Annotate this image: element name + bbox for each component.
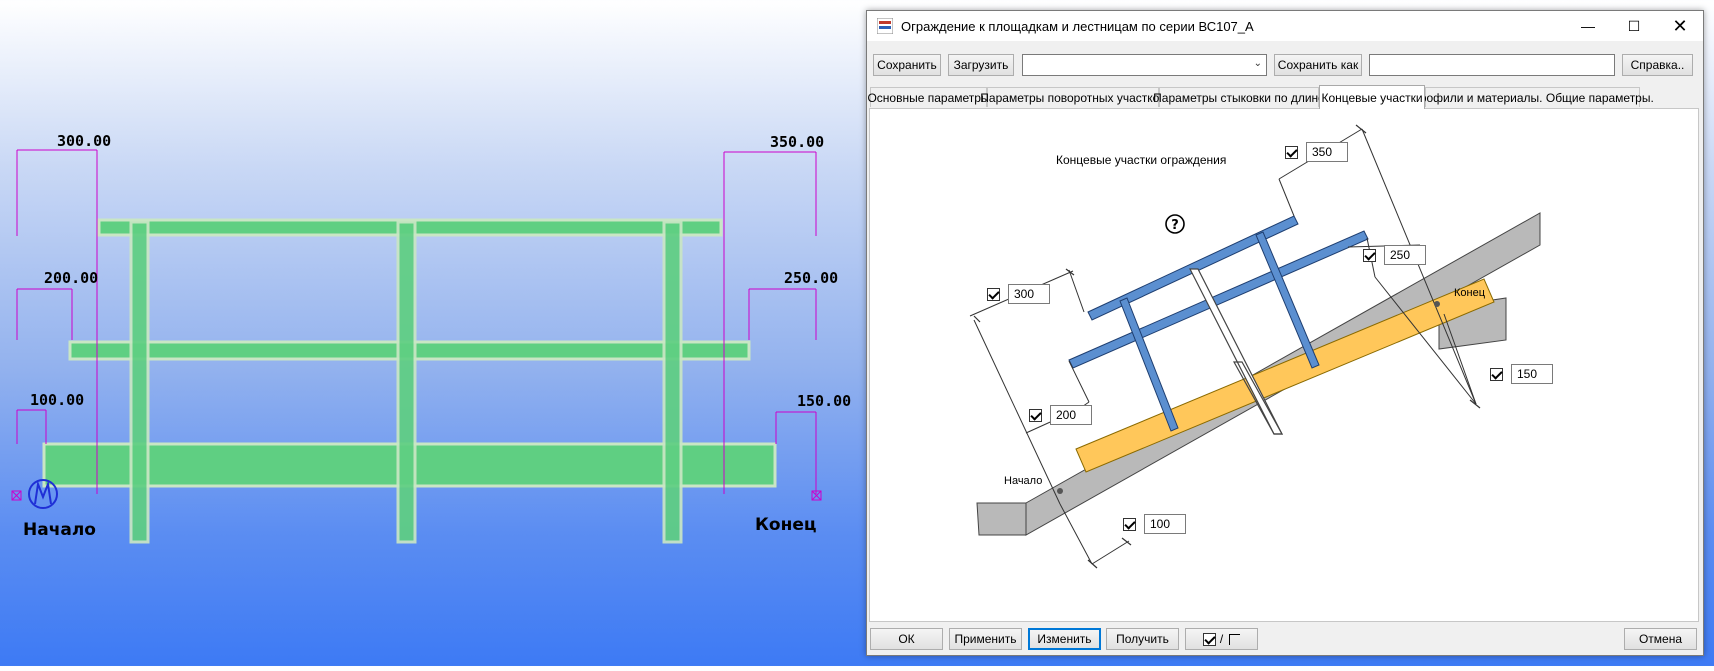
- checked-box-icon: [1202, 632, 1216, 646]
- top-beam: [1087, 215, 1299, 321]
- tab-strip: Основные параметры Параметры поворотных …: [867, 85, 1703, 109]
- chevron-down-icon: ⌄: [1253, 58, 1262, 69]
- start-top-checkbox[interactable]: [987, 287, 1000, 301]
- start-low-group: 100: [1123, 514, 1186, 534]
- dim-left-low: 100.00: [30, 391, 84, 409]
- dim-left-mid: 200.00: [44, 269, 98, 287]
- start-mid-input[interactable]: 200: [1050, 405, 1092, 425]
- help-button[interactable]: Справка..: [1622, 54, 1693, 76]
- apply-button[interactable]: Применить: [949, 628, 1022, 650]
- get-button[interactable]: Получить: [1106, 628, 1179, 650]
- end-mid-group: 250: [1363, 245, 1426, 265]
- window-title: Ограждение к площадкам и лестницам по се…: [901, 19, 1254, 34]
- start-mid-group: 200: [1029, 405, 1092, 425]
- minimize-icon[interactable]: —: [1565, 11, 1611, 41]
- preset-select[interactable]: ⌄: [1022, 54, 1267, 76]
- start-label: Начало: [23, 520, 96, 540]
- post-2: [396, 220, 417, 544]
- end-mid-checkbox[interactable]: [1363, 248, 1376, 262]
- bottom-bar: ОК Применить Изменить Получить / Отмена: [867, 625, 1703, 655]
- tab-profiles-materials[interactable]: Профили и материалы. Общие параметры.: [1411, 87, 1654, 107]
- railing-dialog: Ограждение к площадкам и лестницам по се…: [866, 10, 1704, 656]
- start-low-input[interactable]: 100: [1144, 514, 1186, 534]
- end-mid-input[interactable]: 250: [1384, 245, 1426, 265]
- save-as-name-input[interactable]: [1369, 54, 1615, 76]
- app-icon: [877, 18, 893, 34]
- end-top-checkbox[interactable]: [1285, 145, 1298, 159]
- end-sections-page: ? Концевые участки ограждения Начало Кон…: [869, 108, 1699, 622]
- tab-main-params[interactable]: Основные параметры: [867, 87, 990, 107]
- page-caption: Концевые участки ограждения: [1056, 153, 1227, 167]
- svg-text:?: ?: [1171, 218, 1179, 233]
- tab-joint-params[interactable]: Параметры стыковки по длине: [1153, 87, 1325, 107]
- end-sections-diagram: ?: [969, 124, 1541, 569]
- modify-button[interactable]: Изменить: [1028, 628, 1101, 650]
- cad-viewport[interactable]: 300.00 200.00 100.00 350.00 250.00 150.0…: [0, 0, 866, 666]
- end-top-group: 350: [1285, 142, 1348, 162]
- toolbar: Сохранить Загрузить ⌄ Сохранить как Спра…: [867, 51, 1703, 79]
- end-label: Конец: [755, 515, 816, 535]
- start-low-checkbox[interactable]: [1123, 517, 1136, 531]
- end-top-input[interactable]: 350: [1306, 142, 1348, 162]
- start-landing: [976, 502, 1027, 536]
- save-as-button[interactable]: Сохранить как: [1274, 54, 1362, 76]
- toggle-all-button[interactable]: /: [1185, 628, 1258, 650]
- end-node-icon: [1434, 301, 1440, 307]
- load-button[interactable]: Загрузить: [948, 54, 1014, 76]
- dim-left-top: 300.00: [57, 132, 111, 150]
- tab-end-sections[interactable]: Концевые участки: [1319, 85, 1425, 109]
- tab-turn-params[interactable]: Параметры поворотных участков: [980, 87, 1166, 107]
- start-top-group: 300: [987, 284, 1050, 304]
- post-3: [662, 220, 683, 544]
- end-low-checkbox[interactable]: [1490, 367, 1503, 381]
- save-button[interactable]: Сохранить: [873, 54, 941, 76]
- title-bar[interactable]: Ограждение к площадкам и лестницам по се…: [867, 11, 1703, 41]
- close-icon[interactable]: ✕: [1657, 11, 1703, 41]
- start-top-input[interactable]: 300: [1008, 284, 1050, 304]
- dim-right-top: 350.00: [770, 133, 824, 151]
- dim-right-mid: 250.00: [784, 269, 838, 287]
- dim-right-low: 150.00: [797, 392, 851, 410]
- help-icon[interactable]: ?: [1165, 214, 1185, 234]
- end-low-input[interactable]: 150: [1511, 364, 1553, 384]
- post-right: [1255, 231, 1320, 369]
- start-mid-checkbox[interactable]: [1029, 408, 1042, 422]
- toggle-separator: /: [1219, 632, 1224, 646]
- start-node-icon: [1057, 488, 1063, 494]
- start-label: Начало: [1004, 475, 1043, 487]
- stair-board: [1075, 278, 1495, 473]
- end-low-group: 150: [1490, 364, 1553, 384]
- ok-button[interactable]: ОК: [870, 628, 943, 650]
- unchecked-box-icon: [1229, 633, 1241, 645]
- railing-model-view: 300.00 200.00 100.00 350.00 250.00 150.0…: [11, 132, 851, 544]
- post-1: [129, 220, 150, 544]
- cancel-button[interactable]: Отмена: [1624, 628, 1697, 650]
- maximize-icon[interactable]: ☐: [1611, 11, 1657, 41]
- end-label: Конец: [1454, 287, 1486, 299]
